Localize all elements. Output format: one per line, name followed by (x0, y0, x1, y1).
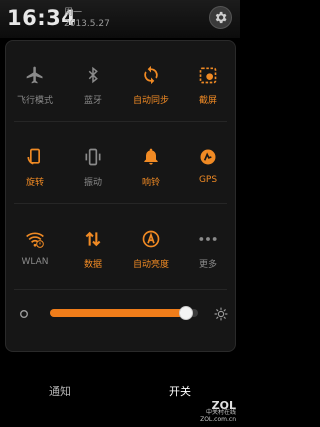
date: 2013.5.27 (64, 19, 110, 29)
vibrate-icon (85, 148, 101, 166)
toggle-bluetooth[interactable]: 蓝牙 (65, 55, 121, 111)
row-divider (14, 121, 227, 122)
settings-button[interactable] (209, 6, 232, 29)
watermark: ZOL 中关村在线 ZOL.com.cn (200, 399, 236, 423)
toggle-label: WLAN (21, 257, 49, 267)
date-info: 周一 2013.5.27 (64, 8, 110, 30)
watermark-line2: ZOL.com.cn (200, 416, 236, 423)
toggle-label: 自动同步 (132, 96, 169, 106)
airplane-icon (26, 66, 43, 84)
more-icon (199, 237, 217, 241)
toggle-label: 更多 (198, 260, 217, 270)
toggle-auto-brightness[interactable]: 自动亮度 (123, 219, 179, 275)
watermark-line1: 中关村在线 (205, 409, 236, 416)
notification-header: 16:34 周一 2013.5.27 (0, 0, 240, 38)
toggle-airplane-mode[interactable]: 飞行模式 (7, 55, 63, 111)
slider-knob[interactable] (178, 306, 193, 320)
auto-brightness-icon (142, 230, 160, 248)
brightness-slider[interactable] (50, 306, 198, 320)
tab-notifications[interactable]: 通知 (0, 372, 120, 410)
sync-icon (144, 65, 158, 85)
toggle-label: 响铃 (141, 178, 160, 188)
toggle-label: 蓝牙 (83, 96, 102, 106)
watermark-logo: ZOL (211, 399, 236, 412)
quick-toggles-panel: 飞行模式 蓝牙 自动同步 截屏 旋转 振动 响铃 GPS WLAN 数据 自动亮… (5, 40, 236, 352)
bell-icon (144, 148, 158, 165)
brightness-high-icon (214, 307, 228, 321)
data-icon (85, 231, 101, 247)
toggle-label: 飞行模式 (16, 96, 53, 106)
toggle-wlan[interactable]: WLAN (7, 219, 63, 275)
weekday: 周一 (64, 8, 83, 18)
brightness-low-icon (20, 310, 28, 318)
toggle-label: 截屏 (198, 96, 217, 106)
toggle-ringer[interactable]: 响铃 (123, 137, 179, 193)
toggle-more[interactable]: 更多 (180, 219, 236, 275)
toggle-gps[interactable]: GPS (180, 137, 236, 193)
toggle-vibrate[interactable]: 振动 (65, 137, 121, 193)
toggle-label: 旋转 (25, 178, 44, 188)
toggle-label: 自动亮度 (132, 260, 169, 270)
wifi-icon (26, 232, 44, 248)
toggle-label: GPS (198, 175, 218, 185)
row-divider (14, 289, 227, 290)
row-divider (14, 203, 227, 204)
toggle-label: 数据 (83, 260, 102, 270)
toggle-label: 振动 (83, 178, 102, 188)
gear-icon (215, 11, 227, 24)
toggle-auto-sync[interactable]: 自动同步 (123, 55, 179, 111)
toggle-screenshot[interactable]: 截屏 (180, 55, 236, 111)
toggle-mobile-data[interactable]: 数据 (65, 219, 121, 275)
screenshot-icon (199, 67, 217, 84)
bluetooth-icon (88, 66, 98, 84)
gps-icon (200, 149, 216, 165)
rotate-icon (27, 148, 40, 165)
slider-fill (50, 309, 186, 317)
toggle-rotate[interactable]: 旋转 (7, 137, 63, 193)
